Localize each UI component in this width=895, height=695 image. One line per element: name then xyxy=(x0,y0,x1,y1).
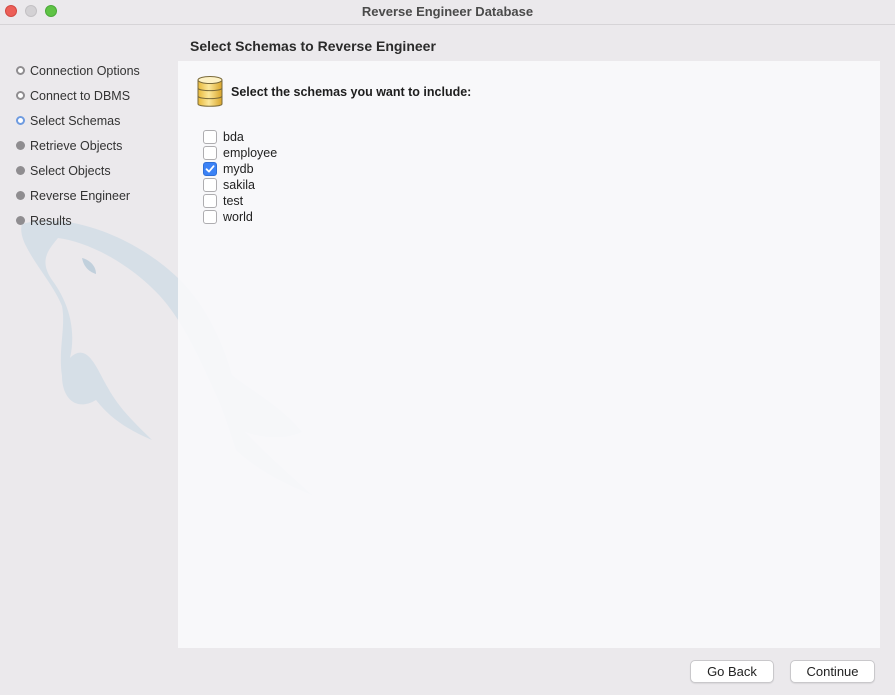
step-label: Select Objects xyxy=(30,163,111,178)
title-bar: Reverse Engineer Database xyxy=(0,0,895,25)
step-label: Select Schemas xyxy=(30,113,121,128)
step-label: Retrieve Objects xyxy=(30,138,123,153)
schema-row-bda[interactable]: bda xyxy=(203,129,277,145)
page-title: Select Schemas to Reverse Engineer xyxy=(190,38,436,54)
step-reverse-engineer: Reverse Engineer xyxy=(0,183,178,208)
schema-list: bda employee mydb sakila test world xyxy=(203,129,277,225)
continue-button[interactable]: Continue xyxy=(790,660,875,683)
schema-label[interactable]: test xyxy=(223,194,243,208)
schema-checkbox[interactable] xyxy=(203,130,217,144)
schema-row-world[interactable]: world xyxy=(203,209,277,225)
step-done-icon xyxy=(16,66,25,75)
step-label: Reverse Engineer xyxy=(30,188,131,203)
step-pending-icon xyxy=(16,166,25,175)
step-connection-options: Connection Options xyxy=(0,58,178,83)
schema-row-test[interactable]: test xyxy=(203,193,277,209)
window-title: Reverse Engineer Database xyxy=(361,4,534,19)
checkmark-icon xyxy=(205,165,215,173)
wizard-steps-sidebar: Connection Options Connect to DBMS Selec… xyxy=(0,58,178,233)
schema-label[interactable]: bda xyxy=(223,130,244,144)
instruction-text: Select the schemas you want to include: xyxy=(231,85,472,99)
step-label: Results xyxy=(30,213,72,228)
database-icon xyxy=(197,76,223,107)
schema-checkbox[interactable] xyxy=(203,146,217,160)
step-done-icon xyxy=(16,91,25,100)
schema-checkbox[interactable] xyxy=(203,210,217,224)
schema-label[interactable]: sakila xyxy=(223,178,255,192)
step-retrieve-objects: Retrieve Objects xyxy=(0,133,178,158)
content-panel xyxy=(178,61,880,648)
step-pending-icon xyxy=(16,216,25,225)
step-pending-icon xyxy=(16,191,25,200)
schema-label[interactable]: employee xyxy=(223,146,277,160)
step-label: Connection Options xyxy=(30,63,140,78)
go-back-button[interactable]: Go Back xyxy=(690,660,774,683)
schema-checkbox[interactable] xyxy=(203,194,217,208)
schema-label[interactable]: mydb xyxy=(223,162,254,176)
step-results: Results xyxy=(0,208,178,233)
step-connect-to-dbms: Connect to DBMS xyxy=(0,83,178,108)
step-pending-icon xyxy=(16,141,25,150)
schema-label[interactable]: world xyxy=(223,210,253,224)
schema-row-employee[interactable]: employee xyxy=(203,145,277,161)
step-select-objects: Select Objects xyxy=(0,158,178,183)
step-active-icon xyxy=(16,116,25,125)
schema-row-mydb[interactable]: mydb xyxy=(203,161,277,177)
step-select-schemas: Select Schemas xyxy=(0,108,178,133)
schema-checkbox[interactable] xyxy=(203,178,217,192)
schema-row-sakila[interactable]: sakila xyxy=(203,177,277,193)
schema-checkbox[interactable] xyxy=(203,162,217,176)
step-label: Connect to DBMS xyxy=(30,88,131,103)
